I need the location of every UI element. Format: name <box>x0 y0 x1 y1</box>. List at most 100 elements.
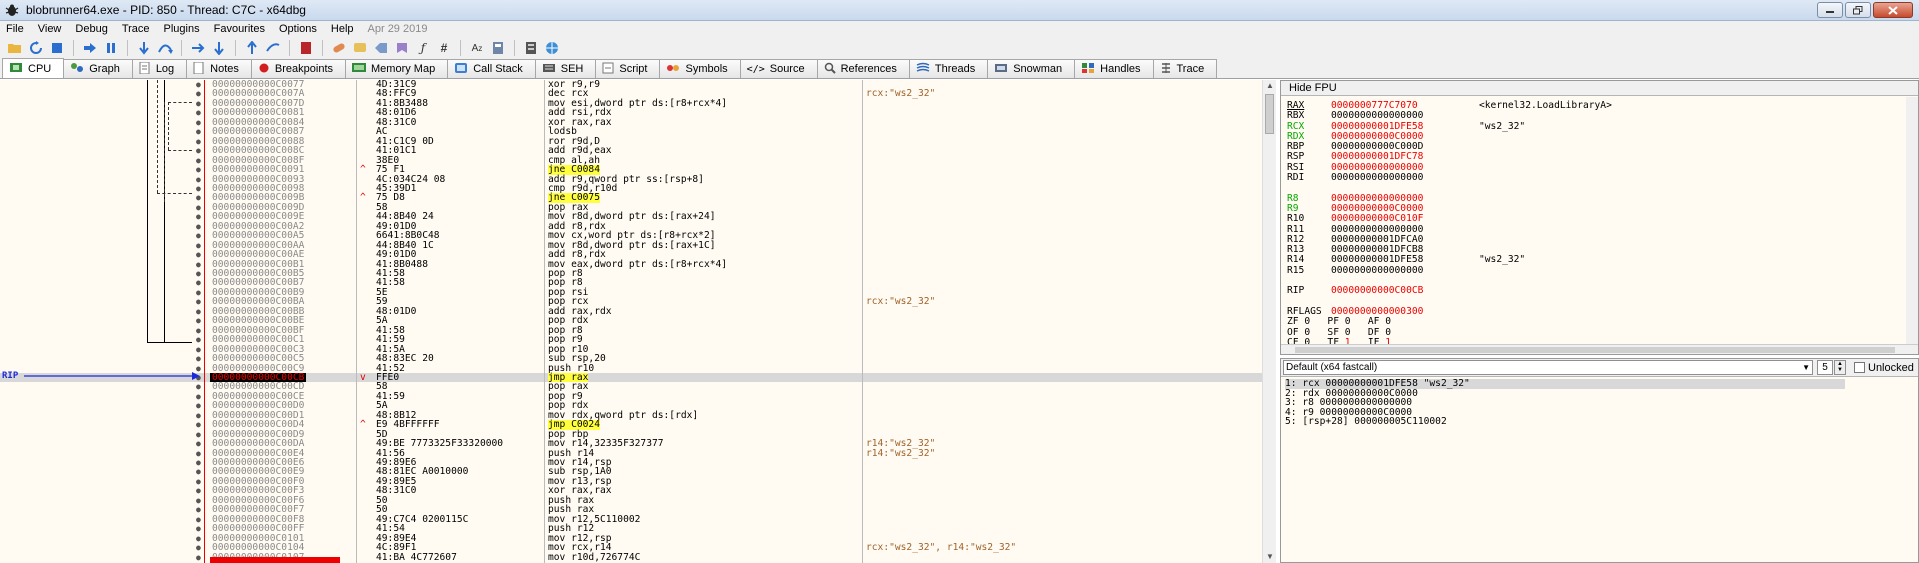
breakpoint-dot-icon[interactable]: ● <box>196 108 201 117</box>
register-value[interactable]: 00000000000C00CB <box>1331 286 1479 297</box>
disassembly-row[interactable]: ● 00000000000C00B9 5E pop rsi <box>0 287 1262 297</box>
trace-over-icon[interactable] <box>210 39 228 57</box>
comments-icon[interactable] <box>351 39 369 57</box>
calling-convention-select[interactable]: Default (x64 fastcall) ▼ <box>1283 360 1813 375</box>
disassembly-row[interactable]: ● 00000000000C00B7 41:58 pop r8 <box>0 278 1262 288</box>
disassembly-row[interactable]: ● 00000000000C00BB 48:01D0 add rax,rdx <box>0 306 1262 316</box>
disassembly-row[interactable]: ● 00000000000C00DA 49:BE 7773325F33320000 m… <box>0 439 1262 449</box>
breakpoint-dot-icon[interactable]: ● <box>196 231 201 240</box>
breakpoint-dot-icon[interactable]: ● <box>196 467 201 476</box>
breakpoint-dot-icon[interactable]: ● <box>196 278 201 287</box>
disassembly-row[interactable]: ● 00000000000C00FF 41:54 push r12 <box>0 524 1262 534</box>
breakpoint-dot-icon[interactable]: ● <box>196 430 201 439</box>
breakpoint-dot-icon[interactable]: ● <box>196 553 201 562</box>
disassembly-row[interactable]: ● 00000000000C00B1 41:8B0488 mov eax,dword … <box>0 259 1262 269</box>
disassembly-row[interactable]: ● 00000000000C00D4 ^ E9 4BFFFFFF jmp C0024 <box>0 420 1262 430</box>
web-icon[interactable] <box>543 39 561 57</box>
bookmarks-icon[interactable] <box>393 39 411 57</box>
disassembly-row[interactable]: ● 00000000000C00F0 49:89E5 mov r13,rsp <box>0 476 1262 486</box>
register-value[interactable]: 0000000000000000 <box>1331 265 1479 276</box>
restore-button[interactable] <box>1845 2 1871 18</box>
disassembly-row[interactable]: ● 00000000000C0098 45:39D1 cmp r9d,r10d <box>0 183 1262 193</box>
patch-icon[interactable] <box>330 39 348 57</box>
execute-till-return-icon[interactable] <box>243 39 261 57</box>
argument-row[interactable]: 5: [rsp+28] 000000005C110002 <box>1285 417 1845 427</box>
breakpoint-dot-icon[interactable]: ● <box>196 288 201 297</box>
breakpoint-dot-icon[interactable]: ● <box>196 297 201 306</box>
menu-view[interactable]: View <box>38 23 62 35</box>
tab-log[interactable]: Log <box>131 59 188 78</box>
tab-script[interactable]: Script <box>595 59 661 78</box>
menu-debug[interactable]: Debug <box>75 23 107 35</box>
breakpoint-dot-icon[interactable]: ● <box>196 354 201 363</box>
scroll-down-arrow[interactable]: ▼ <box>1265 552 1275 562</box>
pause-icon[interactable] <box>102 39 120 57</box>
tab-threads[interactable]: Threads <box>908 59 989 78</box>
disassembly-row[interactable]: ● 00000000000C0081 48:01D6 add rsi,rdx <box>0 108 1262 118</box>
disassembly-row[interactable]: ●00000000000C010741:BA 4C772607mov r10d,… <box>0 552 1262 562</box>
script-icon[interactable] <box>297 39 315 57</box>
breakpoint-dot-icon[interactable]: ● <box>196 543 201 552</box>
breakpoint-dot-icon[interactable]: ● <box>196 477 201 486</box>
disassembly-view[interactable]: ● 00000000000C0077 4D:31C9 xor r9,r9 ● 000000… <box>0 80 1276 563</box>
breakpoint-dot-icon[interactable]: ● <box>196 250 201 259</box>
disassembly-row[interactable]: ● 00000000000C00F3 48:31C0 xor rax,rax <box>0 486 1262 496</box>
breakpoint-dot-icon[interactable]: ● <box>196 127 201 136</box>
disassembly-row[interactable]: ● 00000000000C00C1 41:59 pop r9 <box>0 335 1262 345</box>
breakpoint-dot-icon[interactable]: ● <box>196 241 201 250</box>
register-value[interactable]: 0000000000000000 <box>1331 172 1479 183</box>
tab-references[interactable]: References <box>816 59 910 78</box>
scroll-thumb[interactable] <box>1295 347 1895 353</box>
disassembly-row[interactable]: ● 00000000000C00E9 48:81EC A0010000 sub rsp… <box>0 467 1262 477</box>
restart-icon[interactable] <box>27 39 45 57</box>
breakpoint-dot-icon[interactable]: ● <box>196 316 201 325</box>
breakpoint-dot-icon[interactable]: ● <box>196 345 201 354</box>
disassembly-row[interactable]: ● 00000000000C00C5 48:83EC 20 sub rsp,20 <box>0 354 1262 364</box>
breakpoint-dot-icon[interactable]: ● <box>196 534 201 543</box>
tab-handles[interactable]: Handles <box>1074 59 1154 78</box>
breakpoint-dot-icon[interactable]: ● <box>196 515 201 524</box>
disassembly-row[interactable]: ● 00000000000C0077 4D:31C9 xor r9,r9 <box>0 80 1262 90</box>
disassembly-row[interactable]: ● 00000000000C00D1 48:8B12 mov rdx,qword pt… <box>0 410 1262 420</box>
calculator-icon[interactable] <box>489 39 507 57</box>
breakpoint-dot-icon[interactable]: ● <box>196 137 201 146</box>
disassembly-row[interactable]: ● 00000000000C00BA 59 pop rcx rcx:"ws2_32" <box>0 297 1262 307</box>
tab-source[interactable]: </> Source <box>739 59 818 78</box>
breakpoint-dot-icon[interactable]: ● <box>196 165 201 174</box>
breakpoint-dot-icon[interactable]: ● <box>196 524 201 533</box>
tab-call-stack[interactable]: Call Stack <box>447 59 536 78</box>
disassembly-row[interactable]: ● 00000000000C00B5 41:58 pop r8 <box>0 268 1262 278</box>
step-over-icon[interactable] <box>156 39 174 57</box>
breakpoint-dot-icon[interactable]: ● <box>196 411 201 420</box>
breakpoint-dot-icon[interactable]: ● <box>196 486 201 495</box>
breakpoint-dot-icon[interactable]: ● <box>196 193 201 202</box>
breakpoint-dot-icon[interactable]: ● <box>196 307 201 316</box>
close-button[interactable] <box>1873 2 1913 18</box>
disassembly-row[interactable]: ● 00000000000C00AA 44:8B40 1C mov r8d,dword… <box>0 240 1262 250</box>
disassembly-scrollbar[interactable]: ▲ ▼ <box>1262 80 1276 563</box>
breakpoint-dot-icon[interactable]: ● <box>196 401 201 410</box>
disassembly-row[interactable]: ● 00000000000C009B ^ 75 D8 jne C0075 <box>0 193 1262 203</box>
breakpoint-dot-icon[interactable]: ● <box>196 118 201 127</box>
register-row[interactable]: RDI 0000000000000000 <box>1287 172 1612 183</box>
disassembly-row[interactable]: ● 00000000000C008F 38E0 cmp al,ah <box>0 155 1262 165</box>
tab-symbols[interactable]: Symbols <box>659 59 741 78</box>
breakpoint-dot-icon[interactable]: ● <box>196 89 201 98</box>
unlocked-checkbox[interactable]: Unlocked <box>1854 362 1914 374</box>
breakpoint-dot-icon[interactable]: ● <box>196 146 201 155</box>
step-into-icon[interactable] <box>135 39 153 57</box>
hide-fpu-button[interactable]: Hide FPU <box>1281 81 1918 96</box>
breakpoint-dot-icon[interactable]: ● <box>196 156 201 165</box>
breakpoint-dot-icon[interactable]: ● <box>196 269 201 278</box>
scroll-up-arrow[interactable]: ▲ <box>1265 81 1275 91</box>
disassembly-row[interactable]: ● 00000000000C009E 44:8B40 24 mov r8d,dword… <box>0 212 1262 222</box>
breakpoint-dot-icon[interactable]: ● <box>196 449 201 458</box>
disassembly-row[interactable]: ● 00000000000C00E6 49:89E6 mov r14,rsp <box>0 457 1262 467</box>
memory-icon[interactable] <box>522 39 540 57</box>
tab-memory-map[interactable]: Memory Map <box>345 59 449 78</box>
breakpoint-dot-icon[interactable]: ● <box>196 505 201 514</box>
argument-count-spinner[interactable]: ▲ ▼ <box>1834 360 1846 375</box>
tab-seh[interactable]: SEH <box>534 59 597 78</box>
breakpoint-dot-icon[interactable]: ● <box>196 222 201 231</box>
disassembly-row[interactable]: ● 00000000000C00CE 41:59 pop r9 <box>0 391 1262 401</box>
